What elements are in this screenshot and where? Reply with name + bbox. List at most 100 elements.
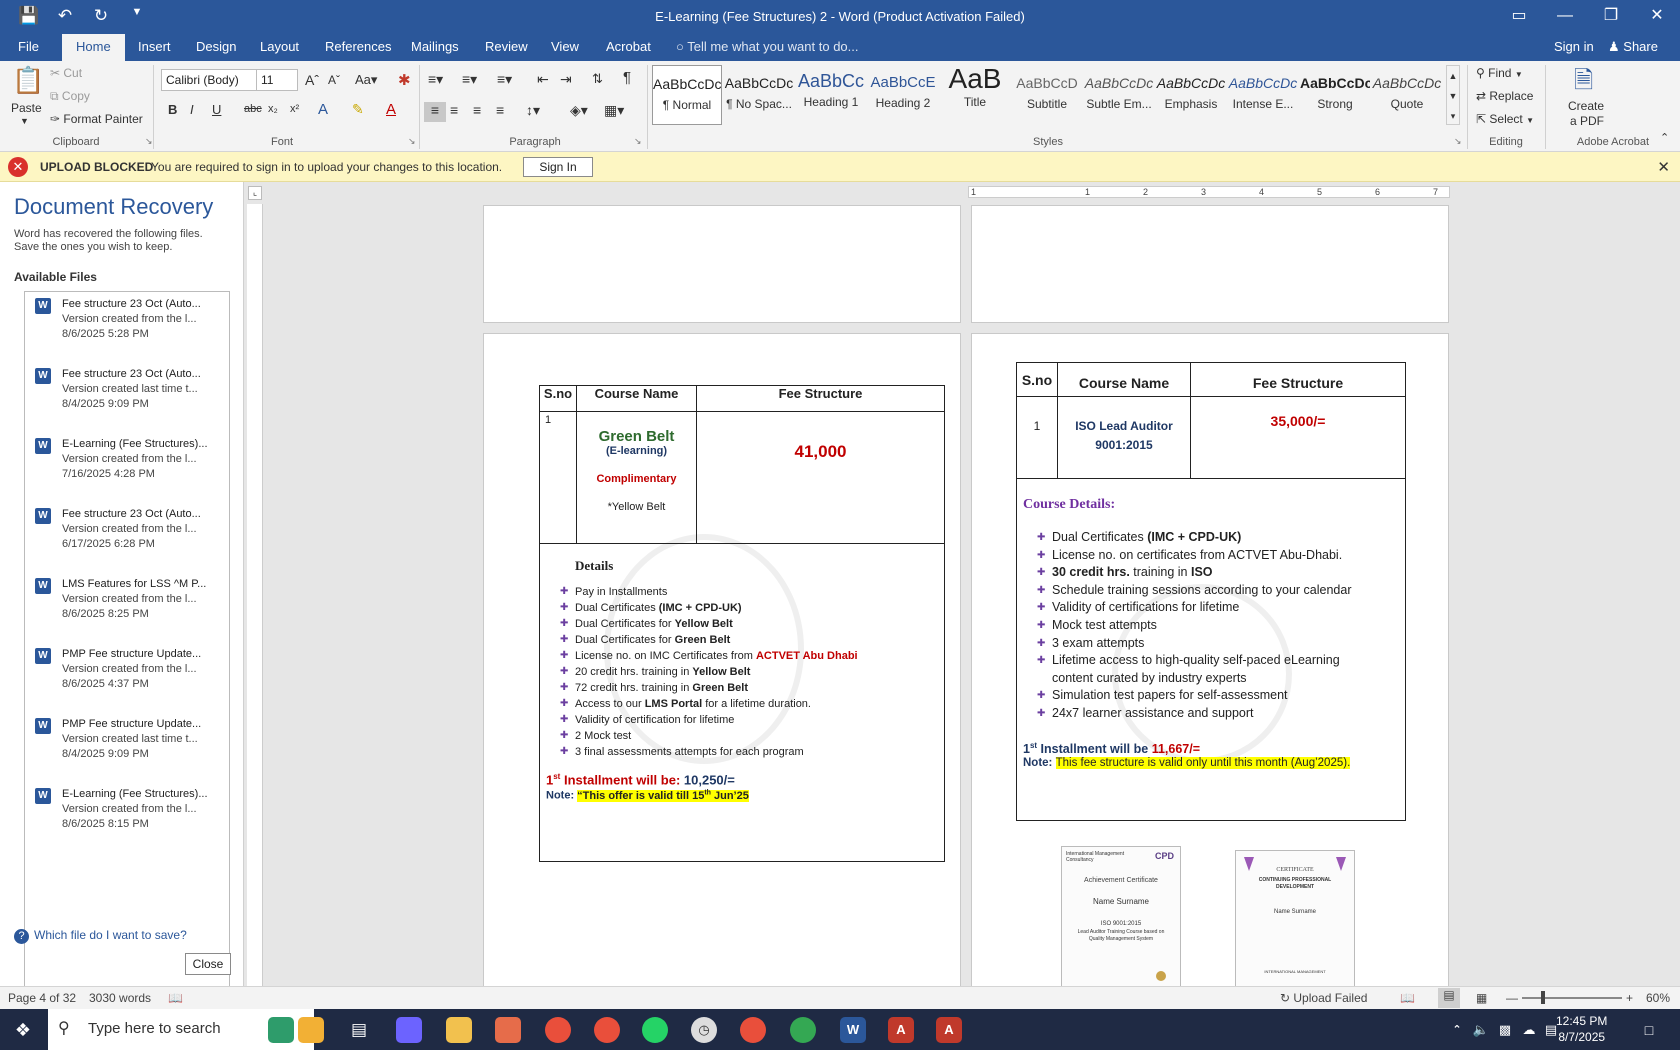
zoom-in-icon[interactable]: + <box>1626 991 1633 1005</box>
copilot-icon[interactable] <box>396 1017 422 1043</box>
grow-font-icon[interactable]: Aˆ <box>305 72 319 88</box>
tab-references[interactable]: References <box>325 39 391 54</box>
font-color-icon[interactable]: A <box>386 101 396 118</box>
document-canvas[interactable] <box>244 182 1680 986</box>
taskbar-clock[interactable]: 12:45 PM 8/7/2025 <box>1556 1013 1607 1045</box>
sort-icon[interactable]: ⇅ <box>592 71 603 87</box>
font-size-box[interactable]: 11 <box>256 69 298 91</box>
word-count[interactable]: 3030 words <box>89 991 151 1005</box>
styles-launcher-icon[interactable]: ↘ <box>1454 136 1462 147</box>
tab-selector-icon[interactable]: ⌞ <box>248 186 262 200</box>
read-mode-icon[interactable]: 📖 <box>1400 991 1415 1005</box>
select-button[interactable]: ⇱ Select ▼ <box>1476 112 1534 126</box>
bullets-icon[interactable]: ≡▾ <box>428 71 443 88</box>
style-no-spacing[interactable]: AaBbCcDc ¶ No Spac... <box>724 65 794 125</box>
format-painter-button[interactable]: ✑ Format Painter <box>50 112 143 126</box>
align-left-icon[interactable]: ≡ <box>424 102 446 122</box>
styles-gallery-scroll[interactable]: ▲ ▼ ▾ <box>1446 65 1460 125</box>
share-button[interactable]: ♟ Share <box>1608 39 1658 55</box>
recovered-files-list[interactable]: W Fee structure 23 Oct (Auto... Version cr… <box>24 291 230 1036</box>
which-file-help-link[interactable]: ? Which file do I want to save? <box>14 928 187 944</box>
file-explorer-icon[interactable] <box>446 1017 472 1043</box>
sign-in-button[interactable]: Sign In <box>523 157 593 177</box>
tray-chevron-icon[interactable]: ⌃ <box>1444 1017 1470 1043</box>
achievement-certificate-image[interactable]: International Management Consultancy CPD… <box>1061 846 1181 992</box>
clock-app-icon[interactable]: ◷ <box>691 1017 717 1043</box>
borders-icon[interactable]: ▦▾ <box>604 102 624 119</box>
zoom-slider[interactable] <box>1522 997 1622 999</box>
clipboard-launcher-icon[interactable]: ↘ <box>145 136 153 147</box>
style-normal[interactable]: AaBbCcDc ¶ Normal <box>652 65 722 125</box>
upload-failed-status[interactable]: ↻ Upload Failed <box>1280 991 1367 1005</box>
style-subtle-emphasis[interactable]: AaBbCcDc Subtle Em... <box>1084 65 1154 125</box>
recovered-file-item[interactable]: W PMP Fee structure Update... Version crea… <box>25 712 229 782</box>
zoom-slider-thumb[interactable] <box>1541 991 1545 1004</box>
tab-mailings[interactable]: Mailings <box>411 39 459 54</box>
tab-insert[interactable]: Insert <box>138 39 171 54</box>
shading-icon[interactable]: ◈▾ <box>570 102 588 119</box>
create-pdf-icon[interactable]: 🗎 <box>1574 63 1593 104</box>
restore-button[interactable]: ❐ <box>1588 0 1634 34</box>
replace-button[interactable]: ⇄ Replace <box>1476 89 1533 103</box>
cpd-certificate-image[interactable]: CERTIFICATE CONTINUING PROFESSIONAL DEVE… <box>1235 850 1355 992</box>
proofing-icon[interactable]: 📖 <box>168 991 183 1005</box>
recovered-file-item[interactable]: W PMP Fee structure Update... Version crea… <box>25 642 229 712</box>
tab-file[interactable]: File <box>18 39 39 54</box>
app-icon[interactable] <box>268 1017 294 1043</box>
justify-icon[interactable]: ≡ <box>496 102 504 118</box>
acrobat-reader-icon[interactable]: A <box>936 1017 962 1043</box>
tab-review[interactable]: Review <box>485 39 528 54</box>
recovery-close-button[interactable]: Close <box>185 953 231 975</box>
highlight-icon[interactable]: ✎ <box>352 101 364 118</box>
page-right[interactable]: S.no Course Name Fee Structure 1 ISO Lea… <box>971 333 1449 993</box>
page-count[interactable]: Page 4 of 32 <box>8 991 76 1005</box>
create-pdf-button[interactable]: Create <box>1568 99 1604 113</box>
recovered-file-item[interactable]: W Fee structure 23 Oct (Auto... Version cr… <box>25 292 229 362</box>
tab-view[interactable]: View <box>551 39 579 54</box>
shrink-font-icon[interactable]: Aˇ <box>328 73 340 87</box>
zoom-level[interactable]: 60% <box>1646 991 1670 1005</box>
app-tray-icon[interactable]: ▩ <box>1492 1017 1518 1043</box>
copy-button[interactable]: ⧉ Copy <box>50 89 90 104</box>
style-quote[interactable]: AaBbCcDc Quote <box>1372 65 1442 125</box>
underline-icon[interactable]: U <box>212 102 221 117</box>
paste-icon[interactable]: 📋 <box>12 65 44 96</box>
align-right-icon[interactable]: ≡ <box>473 102 481 118</box>
tab-home[interactable]: Home <box>62 34 125 61</box>
chrome-icon[interactable] <box>545 1017 571 1043</box>
paste-dropdown-icon[interactable]: ▼ <box>20 116 29 126</box>
recovered-file-item[interactable]: W Fee structure 23 Oct (Auto... Version cr… <box>25 502 229 572</box>
show-formatting-icon[interactable]: ¶ <box>623 69 631 86</box>
chrome-icon[interactable] <box>790 1017 816 1043</box>
page-left[interactable]: S.no Course Name Fee Structure 1 Green B… <box>483 333 961 993</box>
style-title[interactable]: AaB Title <box>940 63 1010 125</box>
close-window-button[interactable]: ✕ <box>1634 0 1680 34</box>
style-emphasis[interactable]: AaBbCcDc Emphasis <box>1156 65 1226 125</box>
style-heading-2[interactable]: AaBbCcE Heading 2 <box>868 65 938 125</box>
font-name-box[interactable]: Calibri (Body) <box>161 69 257 91</box>
windows-start-icon[interactable]: ❖ <box>10 1017 36 1043</box>
create-pdf-button-line2[interactable]: a PDF <box>1570 114 1604 128</box>
font-launcher-icon[interactable]: ↘ <box>408 136 416 147</box>
italic-icon[interactable]: I <box>190 102 194 117</box>
subscript-icon[interactable]: x₂ <box>268 103 278 115</box>
paragraph-launcher-icon[interactable]: ↘ <box>634 136 642 147</box>
whatsapp-icon[interactable] <box>642 1017 668 1043</box>
style-strong[interactable]: AaBbCcDc Strong <box>1300 65 1370 125</box>
numbering-icon[interactable]: ≡▾ <box>462 71 477 88</box>
style-intense-emphasis[interactable]: AaBbCcDc Intense E... <box>1228 65 1298 125</box>
volume-icon[interactable]: 🔈 <box>1468 1017 1494 1043</box>
clear-formatting-icon[interactable]: ✱ <box>398 71 411 89</box>
recovered-file-item[interactable]: W E-Learning (Fee Structures)... Version c… <box>25 432 229 502</box>
word-taskbar-icon[interactable]: W <box>840 1017 866 1043</box>
paste-button[interactable]: Paste <box>11 101 42 115</box>
recovered-file-item[interactable]: W LMS Features for LSS ^M P... Version cre… <box>25 572 229 642</box>
collapse-ribbon-icon[interactable]: ⌃ <box>1660 131 1669 144</box>
app-icon[interactable] <box>298 1017 324 1043</box>
align-center-icon[interactable]: ≡ <box>450 102 458 118</box>
style-subtitle[interactable]: AaBbCcD Subtitle <box>1012 65 1082 125</box>
web-layout-icon[interactable]: ▦ <box>1476 991 1487 1005</box>
acrobat-icon[interactable]: A <box>888 1017 914 1043</box>
superscript-icon[interactable]: x² <box>290 103 299 115</box>
app-icon[interactable] <box>495 1017 521 1043</box>
